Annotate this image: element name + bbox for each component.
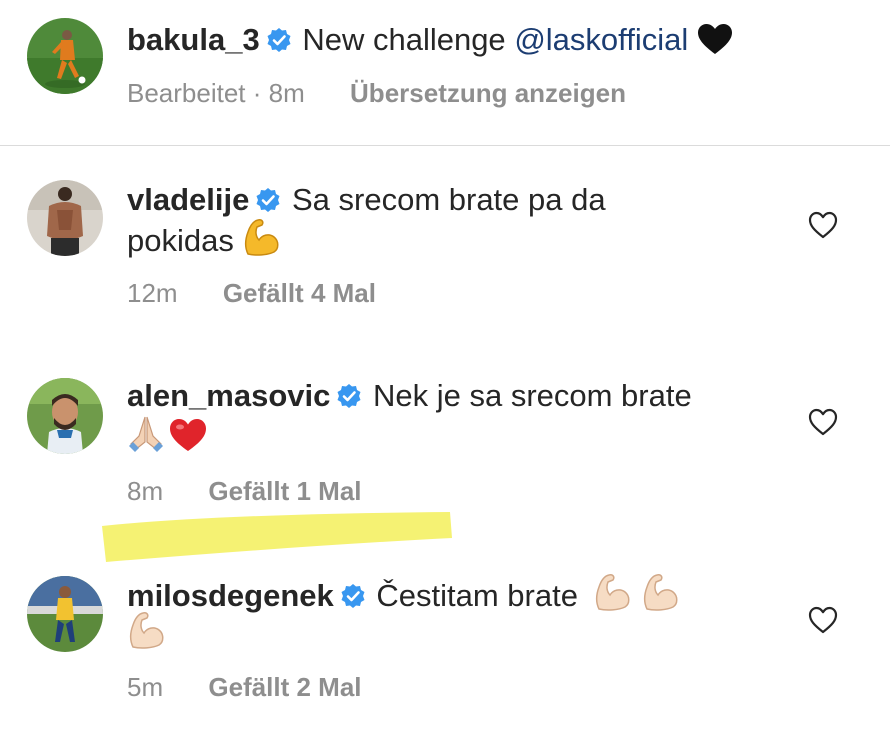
comment-text: Čestitam brate	[376, 578, 578, 613]
comment-meta-3: 5m Gefällt 2 Mal	[127, 672, 362, 702]
caption-mention[interactable]: @laskofficial	[514, 22, 688, 57]
likes-count-button[interactable]: Gefällt 1 Mal	[208, 476, 361, 506]
caption-username[interactable]: bakula_3	[127, 22, 260, 57]
divider	[0, 145, 890, 146]
like-heart-icon[interactable]	[808, 408, 838, 436]
avatar-alen-masovic[interactable]	[27, 378, 103, 454]
red-heart-icon	[169, 418, 207, 452]
caption-meta: Bearbeitet · 8m Übersetzung anzeigen	[127, 78, 626, 108]
comment-line-2b	[127, 414, 207, 457]
edited-label: Bearbeitet	[127, 78, 246, 108]
comment-line-3: milosdegenek Čestitam brate	[127, 573, 681, 616]
comment-username[interactable]: alen_masovic	[127, 378, 330, 413]
comment-line-1b: pokidas	[127, 218, 282, 261]
comment-meta-1: 12m Gefällt 4 Mal	[127, 278, 376, 308]
likes-count-button[interactable]: Gefällt 2 Mal	[208, 672, 361, 702]
caption-time: 8m	[268, 78, 305, 108]
flexed-biceps-light-icon	[593, 573, 633, 611]
comment-line-1: vladelije Sa srecom brate pa da	[127, 180, 606, 220]
translate-button[interactable]: Übersetzung anzeigen	[350, 78, 626, 108]
comment-time: 12m	[127, 278, 178, 308]
avatar-bakula-3[interactable]	[27, 18, 103, 94]
meta-separator: ·	[252, 78, 262, 108]
caption-line: bakula_3 New challenge @laskofficial	[127, 20, 733, 60]
comment-username[interactable]: milosdegenek	[127, 578, 334, 613]
avatar-vladelije[interactable]	[27, 180, 103, 256]
comment-username[interactable]: vladelije	[127, 182, 249, 217]
verified-badge-icon	[340, 583, 366, 609]
caption-text: New challenge	[302, 22, 506, 57]
like-heart-icon[interactable]	[808, 606, 838, 634]
black-heart-icon	[697, 23, 733, 55]
flexed-biceps-light-icon	[127, 611, 167, 649]
flexed-biceps-icon	[242, 218, 282, 256]
avatar-milosdegenek[interactable]	[27, 576, 103, 652]
comment-time: 8m	[127, 476, 164, 506]
highlighter-mark	[98, 508, 456, 564]
verified-badge-icon	[255, 187, 281, 213]
comment-time: 5m	[127, 672, 164, 702]
verified-badge-icon	[266, 27, 292, 53]
comment-text: Nek je sa srecom brate	[372, 378, 692, 413]
comment-meta-2: 8m Gefällt 1 Mal	[127, 476, 362, 506]
verified-badge-icon	[336, 383, 362, 409]
folded-hands-icon	[127, 414, 165, 452]
comment-line-2: alen_masovic Nek je sa srecom brate	[127, 376, 692, 416]
like-heart-icon[interactable]	[808, 211, 838, 239]
flexed-biceps-light-icon	[641, 573, 681, 611]
likes-count-button[interactable]: Gefällt 4 Mal	[223, 278, 376, 308]
comment-line-3b	[127, 611, 167, 654]
comment-text-cont: pokidas	[127, 223, 234, 258]
comment-text: Sa srecom brate pa da	[291, 182, 606, 217]
